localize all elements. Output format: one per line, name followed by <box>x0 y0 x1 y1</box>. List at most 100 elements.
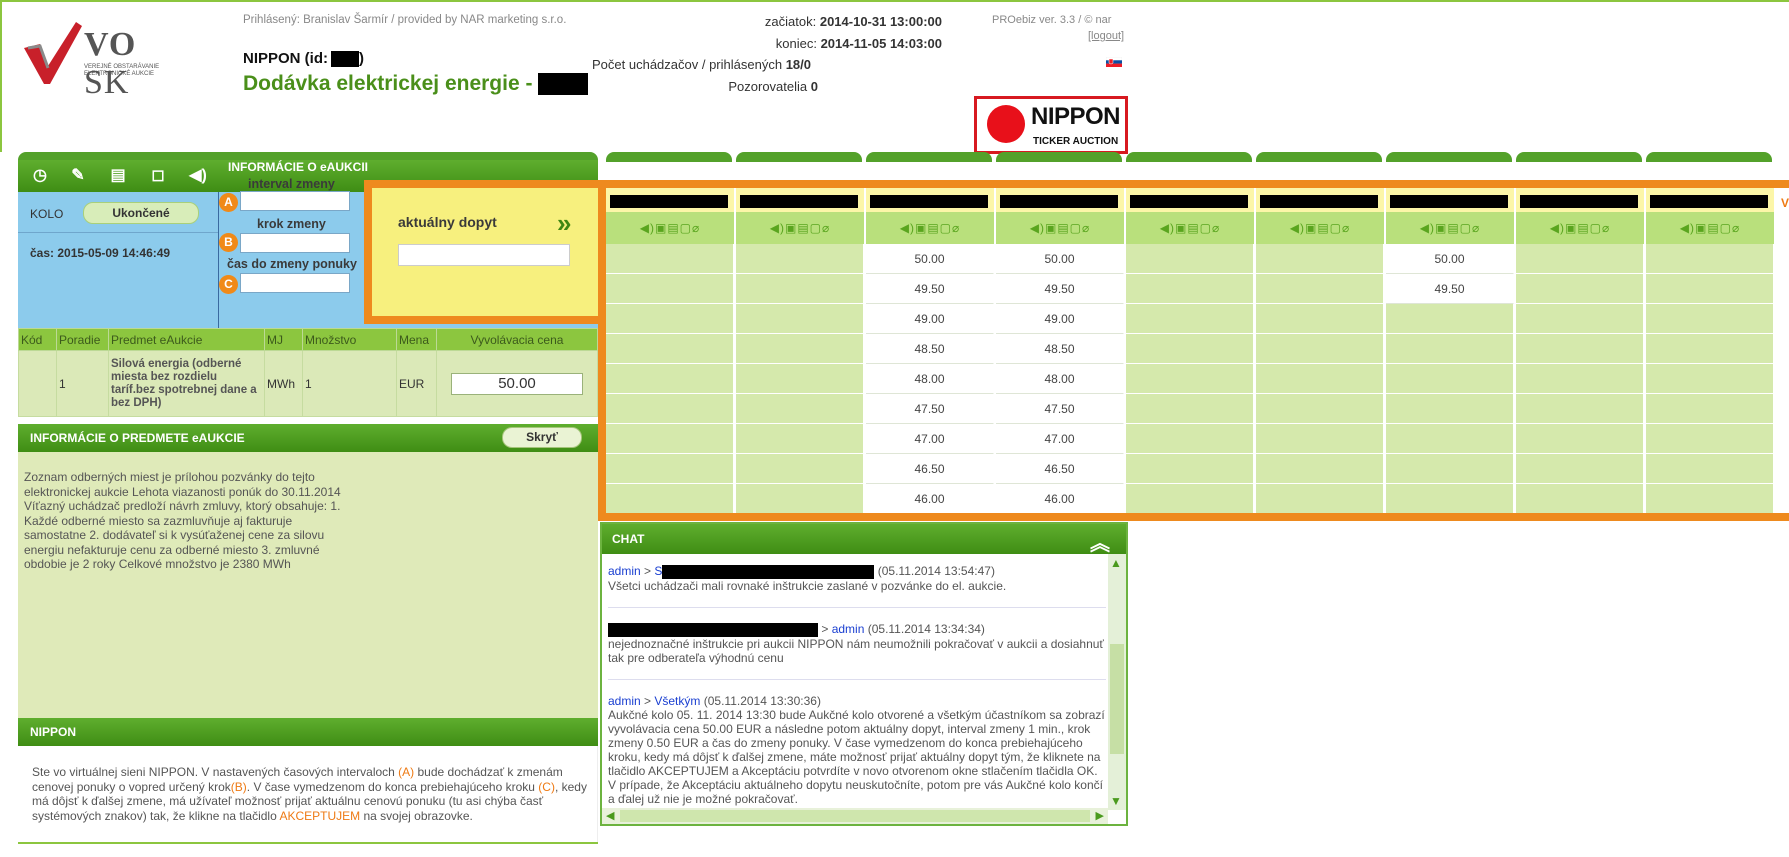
bidder-actions-icons[interactable]: ◀)▣▤▢⌀ <box>1256 212 1384 244</box>
redaction <box>1650 195 1768 208</box>
col-header-cena: Vyvolávacia cena <box>436 328 598 351</box>
bid-cell: 47.00 <box>866 424 994 454</box>
time-to-change-field[interactable] <box>240 273 350 293</box>
bid-cell <box>1516 274 1644 304</box>
bid-cell: 48.50 <box>866 334 994 364</box>
item-info-text: Zoznam odberných miest je prílohou pozvá… <box>24 470 341 571</box>
bid-cell <box>1126 484 1254 513</box>
current-time: čas: 2015-05-09 14:46:49 <box>30 246 171 260</box>
scroll-thumb[interactable] <box>620 810 1090 822</box>
bidder-actions-icons[interactable]: ◀)▣▤▢⌀ <box>866 212 994 244</box>
bidder-actions-icons[interactable]: ◀)▣▤▢⌀ <box>1386 212 1514 244</box>
redaction <box>608 622 818 637</box>
chat-message: > admin (05.11.2014 13:34:34) nejednozna… <box>608 621 1104 665</box>
observers-count: Pozorovatelia 0 <box>728 79 818 94</box>
bid-cell <box>1386 394 1514 424</box>
bidder-actions-icons[interactable]: ◀)▣▤▢⌀ <box>736 212 864 244</box>
message-icon[interactable]: ◻ <box>148 166 168 186</box>
bid-cell <box>1256 364 1384 394</box>
bidder-column-header <box>1386 188 1514 212</box>
divider <box>218 192 219 328</box>
bidder-column: ◀)▣▤▢⌀ 50.00 49.50 <box>1386 188 1514 513</box>
bidder-column: ◀)▣▤▢⌀ <box>1516 188 1644 513</box>
bid-cell <box>1646 304 1774 334</box>
bid-cell <box>1516 484 1644 513</box>
toolbar-title: INFORMÁCIE O eAUKCII <box>228 160 369 174</box>
bid-cell: 47.00 <box>996 424 1124 454</box>
bidder-column: ◀)▣▤▢⌀ 50.00 49.50 49.00 48.50 48.00 47.50 47.0… <box>996 188 1124 513</box>
redaction <box>740 195 858 208</box>
bid-cell <box>1126 244 1254 274</box>
bidder-actions-icons[interactable]: ◀)▣▤▢⌀ <box>996 212 1124 244</box>
bid-cell <box>1256 304 1384 334</box>
scroll-up-icon[interactable]: ▲ <box>1110 556 1122 570</box>
bidder-column-header <box>996 188 1124 212</box>
chat-horizontal-scrollbar[interactable]: ◀ ▶ <box>602 808 1108 824</box>
bid-cell <box>1256 394 1384 424</box>
bidder-column: ◀)▣▤▢⌀ <box>1126 188 1254 513</box>
version-label: PROebiz ver. 3.3 / © nar <box>992 14 1112 26</box>
bid-cell <box>606 484 734 513</box>
clock-icon[interactable]: ◷ <box>30 166 50 186</box>
bid-cell <box>1386 484 1514 513</box>
cell-poradie: 1 <box>56 350 109 417</box>
bid-cell <box>736 304 864 334</box>
nippon-body: Ste vo virtuálnej sieni NIPPON. V nastav… <box>18 746 598 842</box>
interval-field[interactable] <box>240 191 350 211</box>
tab-cap <box>996 152 1122 162</box>
bid-cell <box>606 304 734 334</box>
scroll-right-icon[interactable]: ▶ <box>1096 809 1104 822</box>
bid-cell <box>1256 334 1384 364</box>
redaction <box>610 195 728 208</box>
scroll-thumb[interactable] <box>1110 644 1124 754</box>
bidder-column-header <box>1256 188 1384 212</box>
current-offer-field[interactable] <box>398 244 570 266</box>
bid-cell <box>1516 334 1644 364</box>
bid-cell <box>736 424 864 454</box>
bid-cell <box>1386 424 1514 454</box>
auction-title: Dodávka elektrickej energie - <box>243 72 589 96</box>
document-icon[interactable]: ▤ <box>108 166 128 186</box>
bid-cell <box>1646 274 1774 304</box>
bidder-actions-icons[interactable]: ◀)▣▤▢⌀ <box>1126 212 1254 244</box>
bid-cell <box>1256 484 1384 513</box>
bid-cell <box>1646 424 1774 454</box>
collapse-icon[interactable]: ︽ <box>1090 527 1110 556</box>
bidders-count: Počet uchádzačov / prihlásených 18/0 <box>592 57 811 72</box>
step-field[interactable] <box>240 233 350 253</box>
bid-cell: 48.00 <box>866 364 994 394</box>
end-time: koniec: 2014-11-05 14:03:00 <box>775 36 942 51</box>
bid-cell <box>606 274 734 304</box>
marker-c: C <box>219 275 238 294</box>
sound-icon[interactable]: ◀) <box>188 166 208 186</box>
tab-cap <box>1256 152 1382 162</box>
chat-vertical-scrollbar[interactable]: ▲ ▼ <box>1108 554 1126 810</box>
bidder-actions-icons[interactable]: ◀)▣▤▢⌀ <box>1646 212 1774 244</box>
bid-cell <box>736 394 864 424</box>
bidder-actions-icons[interactable]: ◀)▣▤▢⌀ <box>1516 212 1644 244</box>
bid-cell: 46.00 <box>866 484 994 513</box>
bid-cell <box>1126 274 1254 304</box>
slovak-flag-icon[interactable] <box>1106 57 1122 67</box>
bid-cell <box>1126 424 1254 454</box>
bidder-actions-icons[interactable]: ◀)▣▤▢⌀ <box>606 212 734 244</box>
partial-column-header: Vý <box>1781 196 1789 210</box>
hide-button[interactable]: Skryť <box>502 427 582 448</box>
logout-link[interactable]: [logout] <box>1088 30 1124 42</box>
wrench-icon[interactable]: ✎ <box>68 166 88 186</box>
bid-cell <box>1646 334 1774 364</box>
bid-cell <box>1256 274 1384 304</box>
round-status-button[interactable]: Ukončené <box>83 202 199 224</box>
bid-cell <box>736 334 864 364</box>
double-chevron-right-icon[interactable]: » <box>557 208 571 239</box>
checkmark-logo-icon <box>24 22 82 84</box>
col-header-predmet: Predmet eAukcie <box>108 328 265 351</box>
bid-cell <box>736 244 864 274</box>
bid-cell: 49.00 <box>866 304 994 334</box>
scroll-down-icon[interactable]: ▼ <box>1110 794 1122 808</box>
red-sun-icon <box>987 105 1025 143</box>
scroll-left-icon[interactable]: ◀ <box>606 809 614 822</box>
bidder-column-header <box>1516 188 1644 212</box>
bid-cell <box>1386 454 1514 484</box>
chat-message: admin > Všetkým (05.11.2014 13:30:36) Au… <box>608 693 1105 806</box>
